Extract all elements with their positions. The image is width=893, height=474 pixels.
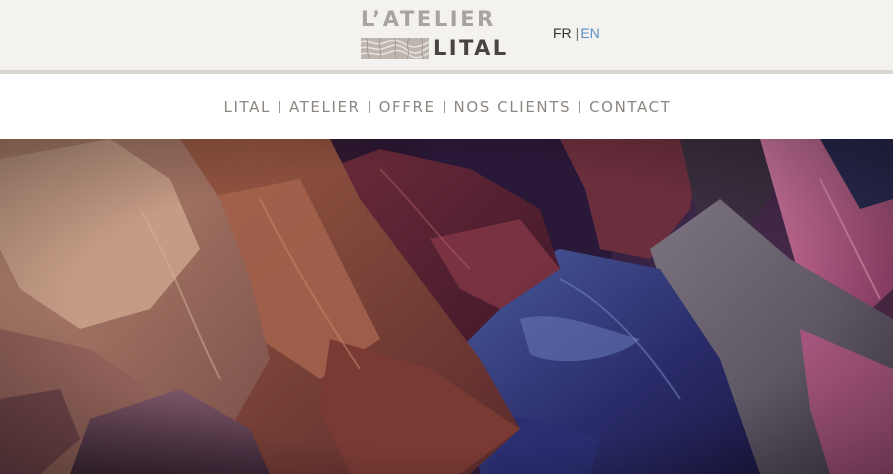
logo-line-1: L’ATELIER (361, 7, 496, 31)
logo-line-2: LITAL (433, 36, 509, 60)
nav-separator (368, 100, 370, 113)
hero-image (0, 139, 893, 474)
nav-separator (278, 100, 280, 113)
nav-item-contact[interactable]: CONTACT (589, 98, 671, 116)
nav-separator (579, 100, 581, 113)
site-logo[interactable]: L’ATELIER LITAL (361, 7, 514, 62)
leather-texture-icon (361, 38, 429, 59)
nav-item-nos-clients[interactable]: NOS CLIENTS (454, 98, 572, 116)
nav-item-offre[interactable]: OFFRE (379, 98, 436, 116)
lang-separator: | (575, 25, 580, 41)
nav-item-atelier[interactable]: ATELIER (289, 98, 361, 116)
lang-en-link[interactable]: EN (580, 25, 599, 41)
language-switcher: FR |EN (553, 25, 600, 41)
nav-separator (443, 100, 445, 113)
main-nav: LITAL ATELIER OFFRE NOS CLIENTS CONTACT (0, 74, 893, 139)
nav-item-lital[interactable]: LITAL (224, 98, 271, 116)
lang-fr-link[interactable]: FR (553, 25, 572, 41)
header-bar: L’ATELIER LITAL FR |EN (0, 0, 893, 70)
leather-hides-photo (0, 139, 893, 474)
